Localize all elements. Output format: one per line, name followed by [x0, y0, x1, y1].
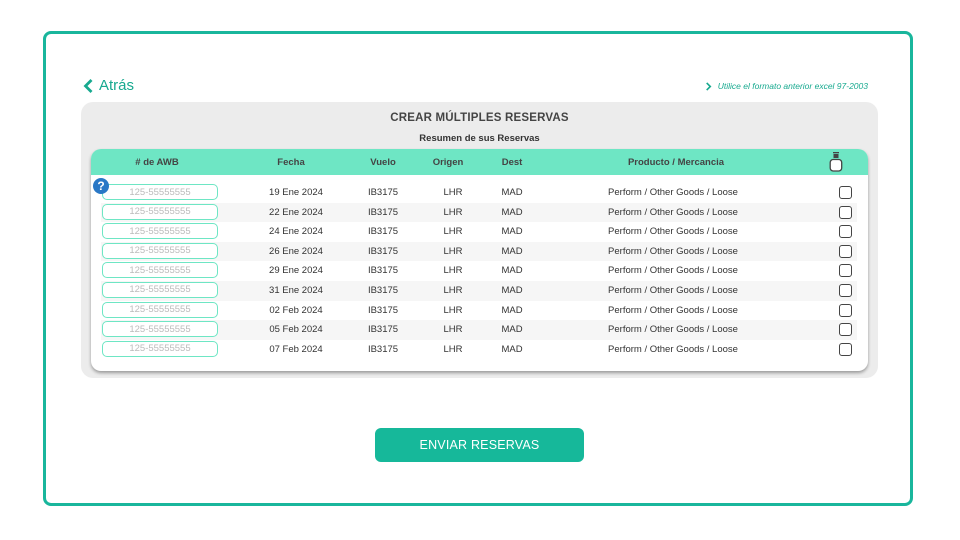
table-row: 31 Ene 2024 IB3175 LHR MAD Perform / Other G…: [101, 280, 857, 301]
cell-origen: LHR: [443, 324, 463, 336]
cell-producto: Perform / Other Goods / Loose: [608, 245, 738, 257]
cell-vuelo: IB3175: [367, 324, 399, 336]
table-row: 07 Feb 2024 IB3175 LHR MAD Perform / Other G…: [101, 340, 857, 360]
excel-format-label: Utilice el formato anterior excel 97-200…: [717, 81, 868, 91]
cell-vuelo: IB3175: [367, 343, 399, 355]
cell-origen: LHR: [443, 187, 463, 198]
cell-dest: MAD: [501, 206, 523, 218]
table-row: 05 Feb 2024 IB3175 LHR MAD Perform / Other G…: [101, 320, 857, 340]
page-title: CREAR MÚLTIPLES RESERVAS: [390, 112, 569, 124]
table-row: 24 Ene 2024 IB3175 LHR MAD Perform / Other G…: [101, 222, 857, 242]
table-header: # de AWB Fecha Vuelo Origen Dest Product…: [91, 149, 868, 175]
cell-fecha: 19 Ene 2024: [269, 187, 323, 198]
cell-fecha: 02 Feb 2024: [269, 304, 323, 316]
column-header-awb: # de AWB: [135, 157, 179, 168]
delete-all-checkbox[interactable]: [829, 151, 843, 173]
cell-origen: LHR: [443, 265, 463, 277]
table-body: 19 Ene 2024 IB3175 LHR MAD Perform / Other G…: [91, 183, 868, 359]
cell-dest: MAD: [501, 343, 523, 355]
cell-dest: MAD: [501, 304, 523, 316]
cell-vuelo: IB3175: [367, 226, 399, 238]
awb-input[interactable]: [102, 242, 218, 259]
table-row: 19 Ene 2024 IB3175 LHR MAD Perform / Other G…: [101, 183, 857, 203]
cell-producto: Perform / Other Goods / Loose: [608, 343, 738, 355]
row-checkbox[interactable]: [839, 283, 852, 297]
awb-input[interactable]: [102, 262, 218, 279]
table-row: 29 Ene 2024 IB3175 LHR MAD Perform / Other G…: [101, 261, 857, 281]
column-header-origen: Origen: [432, 157, 464, 168]
awb-input[interactable]: [102, 281, 218, 298]
awb-input[interactable]: [102, 223, 218, 240]
help-icon[interactable]: ?: [93, 178, 109, 194]
cell-fecha: 26 Ene 2024: [269, 245, 323, 257]
cell-vuelo: IB3175: [367, 265, 399, 277]
bookings-table: # de AWB Fecha Vuelo Origen Dest Product…: [91, 149, 868, 371]
cell-producto: Perform / Other Goods / Loose: [608, 284, 738, 296]
bookings-panel: CREAR MÚLTIPLES RESERVAS Resumen de sus …: [81, 102, 878, 378]
chevron-right-icon: [705, 81, 712, 91]
cell-producto: Perform / Other Goods / Loose: [608, 324, 738, 336]
page-subtitle: Resumen de sus Reservas: [419, 133, 540, 144]
cell-origen: LHR: [443, 343, 463, 355]
cell-dest: MAD: [501, 265, 523, 277]
cell-fecha: 07 Feb 2024: [269, 343, 323, 355]
column-header-dest: Dest: [501, 157, 523, 168]
cell-dest: MAD: [501, 226, 523, 238]
excel-format-link[interactable]: Utilice el formato anterior excel 97-200…: [705, 81, 868, 91]
cell-vuelo: IB3175: [367, 245, 399, 257]
row-checkbox[interactable]: [839, 225, 852, 239]
chevron-left-icon: [83, 78, 93, 93]
column-header-fecha: Fecha: [277, 157, 305, 168]
cell-origen: LHR: [443, 226, 463, 238]
row-checkbox[interactable]: [839, 186, 852, 199]
cell-vuelo: IB3175: [367, 304, 399, 316]
row-checkbox[interactable]: [839, 323, 852, 337]
cell-fecha: 29 Ene 2024: [269, 265, 323, 277]
awb-input[interactable]: [102, 340, 218, 357]
cell-vuelo: IB3175: [367, 284, 399, 296]
cell-fecha: 05 Feb 2024: [269, 324, 323, 336]
cell-dest: MAD: [501, 284, 523, 296]
cell-origen: LHR: [443, 245, 463, 257]
cell-origen: LHR: [443, 206, 463, 218]
awb-input[interactable]: [102, 301, 218, 318]
cell-dest: MAD: [501, 187, 523, 198]
cell-origen: LHR: [443, 284, 463, 296]
cell-vuelo: IB3175: [367, 206, 399, 218]
trash-icon: [833, 152, 839, 158]
awb-input[interactable]: [102, 321, 218, 338]
cell-producto: Perform / Other Goods / Loose: [608, 187, 738, 198]
cell-producto: Perform / Other Goods / Loose: [608, 206, 738, 218]
cell-dest: MAD: [501, 324, 523, 336]
table-row: 22 Ene 2024 IB3175 LHR MAD Perform / Other G…: [101, 202, 857, 223]
back-label: Atrás: [99, 77, 135, 94]
back-link[interactable]: Atrás: [82, 77, 134, 94]
row-checkbox[interactable]: [839, 205, 852, 219]
send-bookings-button[interactable]: ENVIAR RESERVAS: [375, 428, 584, 462]
cell-vuelo: IB3175: [367, 187, 399, 198]
cell-fecha: 22 Ene 2024: [269, 206, 323, 218]
cell-fecha: 31 Ene 2024: [269, 284, 323, 296]
column-header-vuelo: Vuelo: [370, 157, 396, 168]
column-header-producto: Producto / Mercancia: [627, 157, 725, 168]
cell-dest: MAD: [501, 245, 523, 257]
cell-producto: Perform / Other Goods / Loose: [608, 265, 738, 277]
table-row: 26 Ene 2024 IB3175 LHR MAD Perform / Other G…: [101, 241, 857, 262]
row-checkbox[interactable]: [839, 342, 852, 356]
cell-producto: Perform / Other Goods / Loose: [608, 304, 738, 316]
cell-origen: LHR: [443, 304, 463, 316]
cell-producto: Perform / Other Goods / Loose: [608, 226, 738, 238]
row-checkbox[interactable]: [839, 264, 852, 278]
row-checkbox[interactable]: [839, 244, 852, 258]
cell-fecha: 24 Ene 2024: [269, 226, 323, 238]
row-checkbox[interactable]: [839, 303, 852, 317]
table-row: 02 Feb 2024 IB3175 LHR MAD Perform / Other G…: [101, 301, 857, 321]
awb-input[interactable]: [102, 203, 218, 220]
awb-input[interactable]: [102, 184, 218, 200]
